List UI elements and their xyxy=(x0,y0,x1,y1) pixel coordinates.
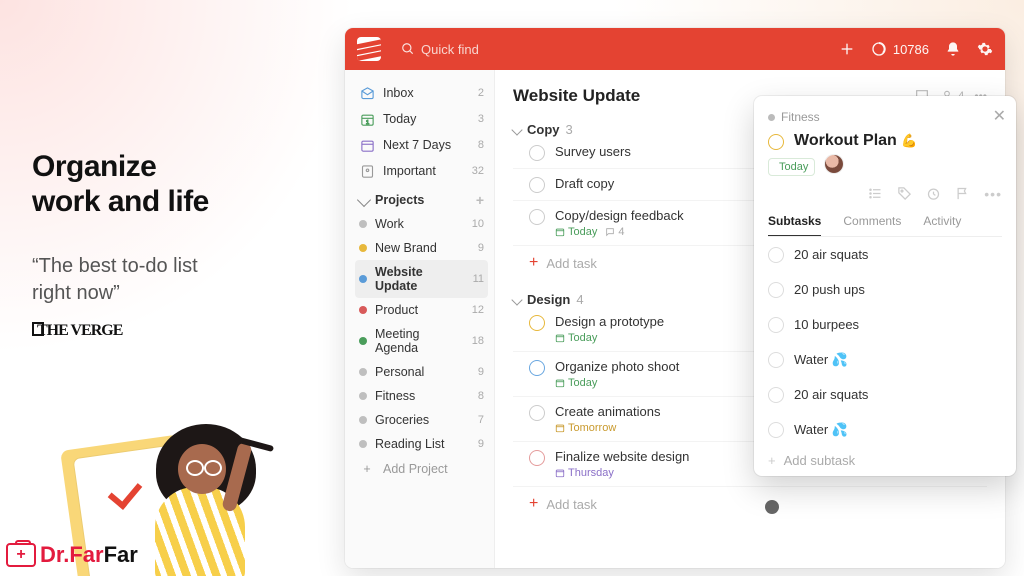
filter-icon xyxy=(359,163,375,179)
sidebar-project-product[interactable]: Product 12 xyxy=(355,298,488,322)
task-checkbox[interactable] xyxy=(529,405,545,421)
filter-icon: 1 xyxy=(359,111,375,127)
app-logo-icon[interactable] xyxy=(357,37,381,61)
sidebar: Inbox 2 1 Today 3 Next 7 Days 8 Importan… xyxy=(345,70,495,568)
sidebar-filter-important[interactable]: Important 32 xyxy=(355,158,488,184)
add-project-button[interactable]: +Add Project xyxy=(355,456,488,482)
project-color-icon xyxy=(359,416,367,424)
sidebar-project-groceries[interactable]: Groceries 7 xyxy=(355,408,488,432)
task-checkbox[interactable] xyxy=(529,360,545,376)
project-color-icon xyxy=(359,220,367,228)
flag-icon[interactable] xyxy=(955,186,970,202)
sidebar-filter-today[interactable]: 1 Today 3 xyxy=(355,106,488,132)
app-topbar: Quick find 10786 xyxy=(345,28,1005,70)
subtask-checkbox[interactable] xyxy=(768,422,784,438)
subtask-checkbox[interactable] xyxy=(768,247,784,263)
subtask-row[interactable]: 20 push ups xyxy=(768,272,1002,307)
subtask-row[interactable]: 20 air squats xyxy=(768,377,1002,412)
svg-text:1: 1 xyxy=(365,119,368,125)
tab-activity[interactable]: Activity xyxy=(923,214,961,236)
tab-subtasks[interactable]: Subtasks xyxy=(768,214,821,236)
subtask-row[interactable]: Water 💦 xyxy=(768,342,1002,377)
due-chip[interactable]: Today xyxy=(768,158,815,176)
watermark: + Dr.FarFar xyxy=(6,542,138,568)
subtasks-icon[interactable] xyxy=(868,186,883,202)
sidebar-filter-inbox[interactable]: Inbox 2 xyxy=(355,80,488,106)
cursor-dot xyxy=(765,500,779,514)
subtask-checkbox[interactable] xyxy=(768,387,784,403)
project-color-icon xyxy=(359,306,367,314)
search-placeholder: Quick find xyxy=(421,42,479,57)
project-color-icon xyxy=(359,440,367,448)
project-color-icon xyxy=(359,275,367,283)
detail-title: Workout Plan 💪 xyxy=(794,132,917,150)
sidebar-project-fitness[interactable]: Fitness 8 xyxy=(355,384,488,408)
settings-icon[interactable] xyxy=(977,41,993,57)
task-checkbox[interactable] xyxy=(529,177,545,193)
assignee-avatar[interactable] xyxy=(825,155,843,173)
sidebar-project-personal[interactable]: Personal 9 xyxy=(355,360,488,384)
sidebar-filter-next 7 days[interactable]: Next 7 Days 8 xyxy=(355,132,488,158)
filter-icon xyxy=(359,85,375,101)
sidebar-project-reading list[interactable]: Reading List 9 xyxy=(355,432,488,456)
detail-more-icon[interactable]: ••• xyxy=(984,186,1002,202)
task-checkbox[interactable] xyxy=(529,315,545,331)
projects-header[interactable]: Projects + xyxy=(355,184,488,212)
add-subtask-button[interactable]: +Add subtask xyxy=(768,447,1002,468)
hero-illustration xyxy=(110,402,310,576)
subtask-row[interactable]: Water 💦 xyxy=(768,412,1002,447)
project-color-icon xyxy=(359,368,367,376)
subtask-row[interactable]: 20 air squats xyxy=(768,237,1002,272)
subtask-checkbox[interactable] xyxy=(768,352,784,368)
hero-quote: “The best to-do list right now” xyxy=(32,253,332,307)
notifications-icon[interactable] xyxy=(945,41,961,57)
subtask-checkbox[interactable] xyxy=(768,317,784,333)
project-color-icon xyxy=(359,337,367,345)
task-checkbox[interactable] xyxy=(529,209,545,225)
karma-indicator[interactable]: 10786 xyxy=(871,41,929,57)
sidebar-project-meeting agenda[interactable]: Meeting Agenda 18 xyxy=(355,322,488,360)
hero-headline: Organize work and life xyxy=(32,150,332,219)
reminder-icon[interactable] xyxy=(926,186,941,202)
sidebar-project-website update[interactable]: Website Update 11 xyxy=(355,260,488,298)
task-checkbox[interactable] xyxy=(529,450,545,466)
task-checkbox[interactable] xyxy=(768,134,784,150)
subtask-checkbox[interactable] xyxy=(768,282,784,298)
label-icon[interactable] xyxy=(897,186,912,202)
project-color-icon xyxy=(359,392,367,400)
close-icon[interactable]: ✕ xyxy=(993,106,1006,126)
karma-points: 10786 xyxy=(893,42,929,57)
filter-icon xyxy=(359,137,375,153)
add-task-button[interactable]: +Add task xyxy=(513,487,987,517)
search-input[interactable]: Quick find xyxy=(391,37,541,62)
task-detail-card: ✕ Fitness Workout Plan 💪 Today ••• Subta… xyxy=(754,96,1016,476)
project-color-icon xyxy=(359,244,367,252)
subtask-row[interactable]: 10 burpees xyxy=(768,307,1002,342)
sidebar-project-new brand[interactable]: New Brand 9 xyxy=(355,236,488,260)
detail-breadcrumb[interactable]: Fitness xyxy=(768,110,1002,124)
add-project-icon[interactable]: + xyxy=(476,192,484,208)
add-button[interactable] xyxy=(839,41,855,57)
sidebar-project-work[interactable]: Work 10 xyxy=(355,212,488,236)
verge-logo: THE VERGE xyxy=(32,321,332,340)
task-checkbox[interactable] xyxy=(529,145,545,161)
tab-comments[interactable]: Comments xyxy=(843,214,901,236)
